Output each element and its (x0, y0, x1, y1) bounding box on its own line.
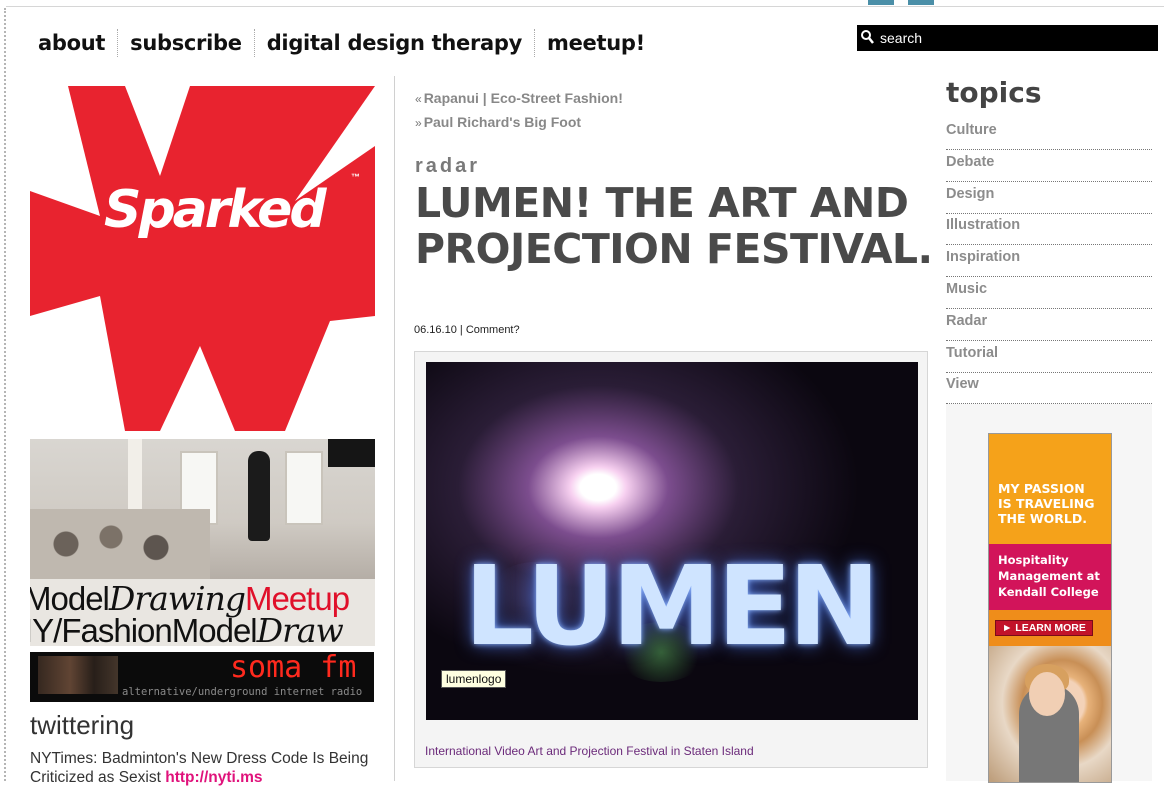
nav-meetup[interactable]: meetup! (535, 31, 657, 55)
top-rule (6, 6, 1164, 7)
sparked-logo-text: Sparked (104, 180, 327, 240)
sparked-logo[interactable]: Sparked ™ (30, 86, 375, 431)
nav-subscribe[interactable]: subscribe (118, 31, 254, 55)
ad-learn-more-button[interactable]: ► LEARN MORE (995, 620, 1093, 636)
image-tooltip: lumenlogo (441, 670, 507, 688)
topic-culture[interactable]: Culture (946, 119, 1152, 150)
search-input[interactable] (878, 30, 1142, 46)
column-divider (394, 76, 395, 781)
topics-list: Culture Debate Design Illustration Inspi… (946, 119, 1152, 405)
trademark-mark: ™ (351, 172, 360, 182)
soma-fm-tagline: alternative/underground internet radio (122, 686, 363, 698)
topic-debate[interactable]: Debate (946, 151, 1152, 182)
post-figure: LUMEN (414, 351, 928, 768)
post-date: 06.16.10 (414, 324, 457, 336)
sparked-burst-shape (30, 86, 375, 431)
kendall-college-ad[interactable]: MY PASSION IS TRAVELING THE WORLD. Hospi… (988, 433, 1112, 783)
search-box[interactable] (857, 25, 1158, 51)
meetup-tv (328, 439, 375, 467)
topic-inspiration[interactable]: Inspiration (946, 246, 1152, 278)
meetup-title-line-2: IY/FashionModelDraw (30, 611, 344, 646)
lumen-image-text: LUMEN (464, 542, 880, 670)
nav-digital-design-therapy[interactable]: digital design therapy (255, 31, 534, 55)
top-tabs (868, 0, 934, 5)
lumen-logo-image[interactable]: LUMEN (426, 362, 918, 720)
soma-fm-photo (38, 656, 118, 694)
ad-headline: MY PASSION IS TRAVELING THE WORLD. (998, 481, 1095, 526)
topic-tutorial[interactable]: Tutorial (946, 342, 1152, 373)
meetup-window (285, 451, 323, 525)
soma-fm-banner[interactable]: soma fm alternative/underground internet… (30, 652, 374, 702)
tweet: NYTimes: Badminton's New Dress Code Is B… (30, 749, 370, 787)
topic-music[interactable]: Music (946, 278, 1152, 309)
ad-subheadline: Hospitality Management at Kendall Colleg… (998, 553, 1100, 599)
topic-design[interactable]: Design (946, 183, 1152, 214)
page-left-border (4, 8, 6, 781)
meetup-model (248, 451, 270, 541)
post-navigation: «Rapanui | Eco-Street Fashion! » Paul Ric… (415, 90, 623, 130)
previous-post-link[interactable]: Rapanui | Eco-Street Fashion! (424, 90, 623, 106)
topic-view[interactable]: View (946, 373, 1152, 405)
tweet-link[interactable]: http://nyti.ms (165, 769, 262, 786)
topic-illustration[interactable]: Illustration (946, 214, 1152, 246)
topics-heading: topics (946, 76, 1042, 109)
top-nav: about subscribe digital design therapy m… (26, 28, 657, 58)
nav-about[interactable]: about (26, 31, 117, 55)
soma-fm-logo: soma fm (230, 652, 357, 685)
next-post-link[interactable]: Paul Richard's Big Foot (424, 114, 581, 130)
search-icon (860, 28, 878, 48)
post-category[interactable]: radar (415, 155, 480, 178)
model-drawing-meetup-banner[interactable]: ModelDrawingMeetup IY/FashionModelDraw (30, 439, 375, 646)
meetup-crowd (30, 509, 210, 579)
twitter-heading: twittering (30, 710, 135, 740)
post-meta: 06.16.10 | Comment? (414, 324, 520, 336)
image-caption: International Video Art and Projection F… (425, 744, 754, 758)
comment-link[interactable]: Comment? (466, 324, 520, 336)
post-title[interactable]: LUMEN! THE ART AND PROJECTION FESTIVAL. (415, 180, 935, 272)
topic-radar[interactable]: Radar (946, 310, 1152, 341)
